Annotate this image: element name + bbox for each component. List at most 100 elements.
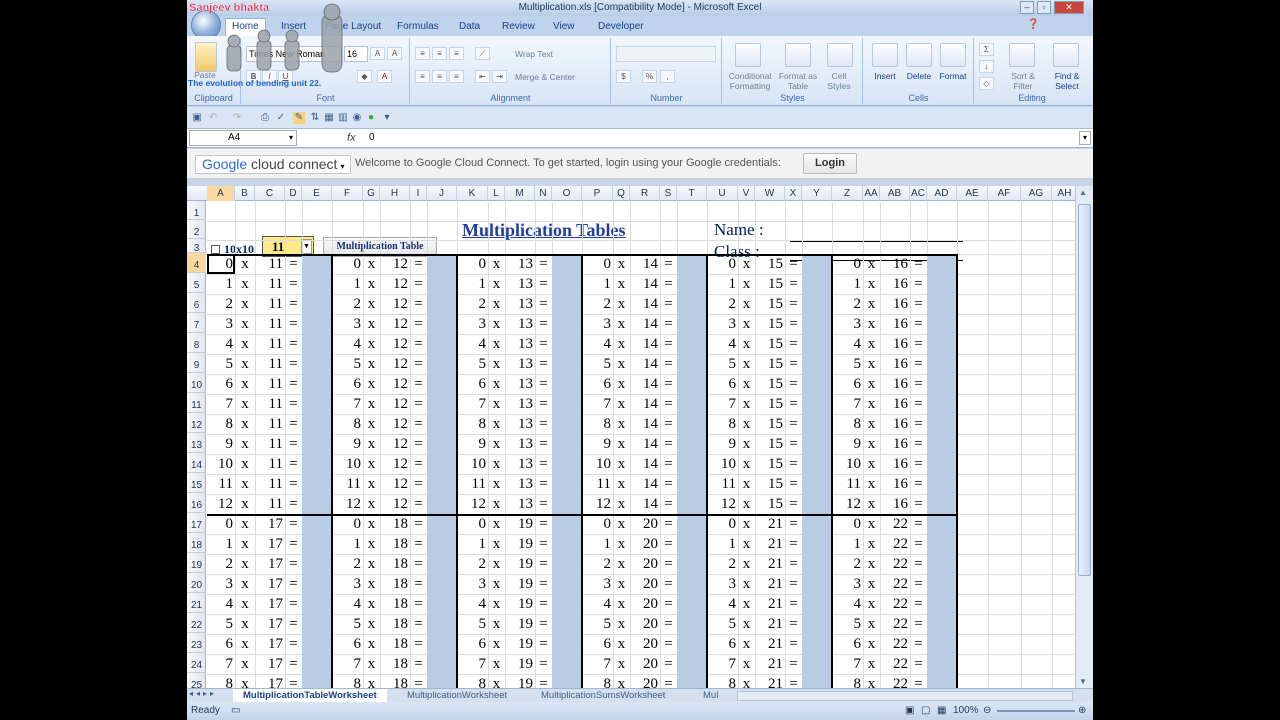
conditional-formatting-button[interactable]: Conditional Formatting xyxy=(725,71,775,91)
multiplier-cell[interactable]: 12 xyxy=(707,495,736,514)
multiplier-cell[interactable]: 2 xyxy=(707,555,737,574)
multiplier-cell[interactable]: 7 xyxy=(457,395,487,414)
answer-cell[interactable] xyxy=(302,255,332,273)
cells-area[interactable]: Multiplication Tables Name : Class : 10x… xyxy=(207,202,1075,688)
answer-cell[interactable] xyxy=(802,595,832,613)
answer-cell[interactable] xyxy=(677,655,707,673)
row-header-16[interactable]: 16 xyxy=(187,493,206,513)
answer-cell[interactable] xyxy=(802,375,832,393)
multiplier-cell[interactable]: 6 xyxy=(332,375,362,394)
page-break-view-icon[interactable]: ▦ xyxy=(937,702,946,720)
font-size-select[interactable]: 16 xyxy=(344,46,368,62)
minimize-button[interactable]: – xyxy=(1020,1,1034,14)
column-header-k[interactable]: K xyxy=(457,186,488,201)
multiplier-cell[interactable]: 3 xyxy=(582,575,612,594)
multiplier-cell[interactable]: 0 xyxy=(707,515,737,534)
answer-cell[interactable] xyxy=(802,415,832,433)
answer-cell[interactable] xyxy=(552,555,582,573)
help-icon[interactable]: ❓ xyxy=(1027,19,1039,30)
answer-cell[interactable] xyxy=(677,255,707,273)
row-header-5[interactable]: 5 xyxy=(187,273,206,293)
customize-qat-icon[interactable]: ▾ xyxy=(381,112,393,124)
answer-cell[interactable] xyxy=(677,475,707,493)
multiplier-cell[interactable]: 3 xyxy=(457,315,487,334)
align-right-button[interactable]: ≡ xyxy=(449,70,464,83)
tab-nav-icon[interactable]: ◂◂▸▸ xyxy=(189,689,217,698)
multiplier-cell[interactable]: 3 xyxy=(582,315,612,334)
answer-cell[interactable] xyxy=(302,655,332,673)
answer-cell[interactable] xyxy=(302,275,332,293)
answer-cell[interactable] xyxy=(927,255,957,273)
multiplier-cell[interactable]: 4 xyxy=(582,595,612,614)
multiplier-cell[interactable]: 3 xyxy=(207,575,234,594)
find-select-button[interactable]: Find & Select xyxy=(1045,71,1089,91)
answer-cell[interactable] xyxy=(427,435,457,453)
answer-cell[interactable] xyxy=(927,575,957,593)
multiplier-cell[interactable]: 7 xyxy=(582,395,612,414)
multiplier-cell[interactable]: 1 xyxy=(707,275,737,294)
answer-cell[interactable] xyxy=(302,455,332,473)
multiplier-cell[interactable]: 5 xyxy=(832,615,862,634)
increase-indent-button[interactable]: ⇥ xyxy=(492,70,507,83)
multiplier-cell[interactable]: 11 xyxy=(332,475,361,494)
answer-cell[interactable] xyxy=(677,335,707,353)
answer-cell[interactable] xyxy=(552,535,582,553)
answer-cell[interactable] xyxy=(552,515,582,533)
answer-cell[interactable] xyxy=(302,315,332,333)
multiplier-cell[interactable]: 0 xyxy=(332,255,362,274)
row-header-21[interactable]: 21 xyxy=(187,593,206,613)
answer-cell[interactable] xyxy=(677,555,707,573)
answer-cell[interactable] xyxy=(677,315,707,333)
redo-icon[interactable]: ↷ xyxy=(231,112,243,124)
answer-cell[interactable] xyxy=(927,595,957,613)
column-header-o[interactable]: O xyxy=(552,186,582,201)
multiplier-cell[interactable]: 12 xyxy=(582,495,611,514)
answer-cell[interactable] xyxy=(802,295,832,313)
answer-cell[interactable] xyxy=(552,295,582,313)
multiplier-cell[interactable]: 7 xyxy=(707,655,737,674)
tab-home[interactable]: Home xyxy=(225,18,266,36)
answer-cell[interactable] xyxy=(802,255,832,273)
multiplier-cell[interactable]: 7 xyxy=(457,655,487,674)
maximize-button[interactable]: ▫ xyxy=(1037,1,1051,14)
answer-cell[interactable] xyxy=(427,575,457,593)
multiplier-cell[interactable]: 2 xyxy=(207,555,234,574)
column-header-l[interactable]: L xyxy=(488,186,505,201)
multiplier-cell[interactable]: 1 xyxy=(457,535,487,554)
column-header-aa[interactable]: AA xyxy=(863,186,880,201)
multiplier-cell[interactable]: 10 xyxy=(707,455,736,474)
tab-insert[interactable]: Insert xyxy=(275,19,312,34)
multiplier-cell[interactable]: 7 xyxy=(207,395,234,414)
answer-cell[interactable] xyxy=(927,535,957,553)
column-header-i[interactable]: I xyxy=(410,186,427,201)
multiplier-cell[interactable]: 2 xyxy=(582,295,612,314)
answer-cell[interactable] xyxy=(927,295,957,313)
answer-cell[interactable] xyxy=(927,555,957,573)
row-header-2[interactable]: 2 xyxy=(187,220,206,239)
row-header-24[interactable]: 24 xyxy=(187,653,206,673)
answer-cell[interactable] xyxy=(927,615,957,633)
column-header-ag[interactable]: AG xyxy=(1021,186,1052,201)
multiplier-cell[interactable]: 10 xyxy=(207,455,233,474)
multiplier-cell[interactable]: 4 xyxy=(707,595,737,614)
column-header-c[interactable]: C xyxy=(255,186,285,201)
multiplier-cell[interactable]: 1 xyxy=(332,535,362,554)
answer-cell[interactable] xyxy=(427,455,457,473)
answer-cell[interactable] xyxy=(302,335,332,353)
wrap-text-button[interactable]: Wrap Text xyxy=(515,49,585,59)
answer-cell[interactable] xyxy=(677,615,707,633)
answer-cell[interactable] xyxy=(427,355,457,373)
answer-cell[interactable] xyxy=(927,655,957,673)
answer-cell[interactable] xyxy=(427,375,457,393)
column-header-ae[interactable]: AE xyxy=(957,186,988,201)
sheet-tab-1[interactable]: MultiplicationWorksheet xyxy=(397,689,517,702)
multiplier-cell[interactable]: 4 xyxy=(207,595,234,614)
multiplier-cell[interactable]: 6 xyxy=(832,375,862,394)
multiplier-cell[interactable]: 4 xyxy=(832,595,862,614)
answer-cell[interactable] xyxy=(427,595,457,613)
undo-icon[interactable]: ↶ xyxy=(207,112,219,124)
multiplier-cell[interactable]: 10 xyxy=(332,455,361,474)
insert-function-icon[interactable]: fx xyxy=(347,130,361,146)
multiplier-cell[interactable]: 1 xyxy=(457,275,487,294)
multiplier-cell[interactable]: 4 xyxy=(207,335,234,354)
